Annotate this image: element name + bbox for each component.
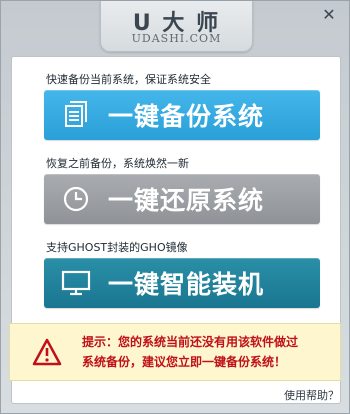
logo-tab: U 大 师 UDASHI.COM	[100, 1, 253, 52]
backup-caption: 快速备份当前系统，保证系统安全	[46, 73, 211, 86]
notice-text: 提示：您的系统当前还没有用该软件做过 系统备份，建议您立即一键备份系统！	[82, 332, 332, 372]
warning-icon	[32, 338, 62, 366]
notice-line-1: 提示：您的系统当前还没有用该软件做过	[82, 335, 299, 349]
help-link[interactable]: 使用帮助？	[284, 387, 339, 403]
restore-system-label: 一键还原系统	[108, 186, 265, 215]
smart-install-label: 一键智能装机	[108, 270, 265, 299]
document-icon	[44, 90, 108, 140]
backup-system-button[interactable]: 一键备份系统	[44, 90, 320, 140]
smart-install-button[interactable]: 一键智能装机	[44, 258, 320, 308]
install-caption: 支持GHOST封装的GHO镜像	[46, 241, 188, 254]
backup-system-label: 一键备份系统	[108, 102, 265, 131]
app-window: U 大 师 UDASHI.COM ✕ 快速备份当前系统，保证系统安全 一键备份系…	[0, 0, 350, 414]
notice-box: 提示：您的系统当前还没有用该软件做过 系统备份，建议您立即一键备份系统！	[9, 323, 341, 381]
notice-line-2: 系统备份，建议您立即一键备份系统！	[82, 355, 287, 369]
restore-system-button[interactable]: 一键还原系统	[44, 174, 320, 224]
clock-icon	[44, 174, 108, 224]
close-icon: ✕	[322, 5, 336, 24]
close-button[interactable]: ✕	[319, 5, 339, 25]
restore-caption: 恢复之前备份，系统焕然一新	[46, 157, 189, 170]
monitor-icon	[44, 258, 108, 308]
app-logo-subtitle: UDASHI.COM	[131, 32, 222, 45]
